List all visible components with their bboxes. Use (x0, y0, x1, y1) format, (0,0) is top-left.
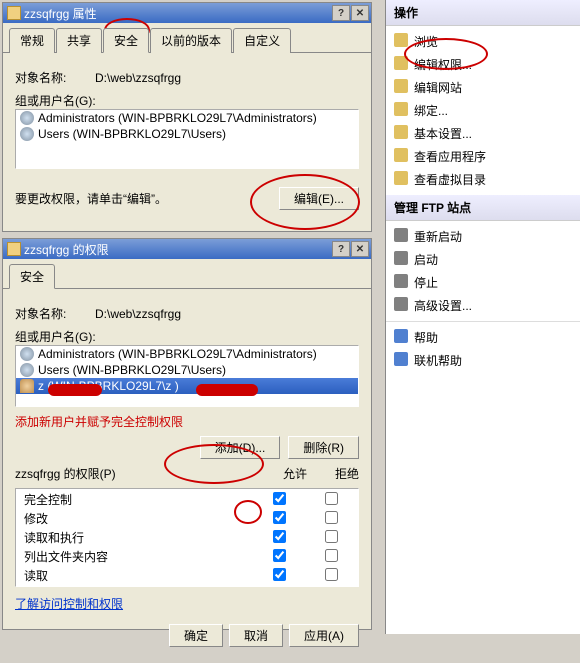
perm-name: 修改 (18, 510, 252, 527)
list-item[interactable]: Administrators (WIN-BPBRKLO29L7\Administ… (16, 346, 358, 362)
action-icon (394, 171, 408, 185)
action-item[interactable]: 编辑权限... (386, 53, 580, 76)
dialog1-title: zzsqfrgg 属性 (24, 5, 97, 22)
allow-checkbox[interactable] (273, 492, 286, 505)
close-button[interactable]: ✕ (351, 241, 369, 257)
action-icon (394, 56, 408, 70)
close-button[interactable]: ✕ (351, 5, 369, 21)
allow-checkbox[interactable] (273, 568, 286, 581)
user-icon (20, 379, 34, 393)
help-button[interactable]: ? (332, 5, 350, 21)
action-item[interactable]: 启动 (386, 248, 580, 271)
list-item[interactable]: Administrators (WIN-BPBRKLO29L7\Administ… (16, 110, 358, 126)
object-name-value: D:\web\zzsqfrgg (95, 71, 181, 85)
help-button[interactable]: ? (332, 241, 350, 257)
action-icon (394, 297, 408, 311)
user-list[interactable]: Administrators (WIN-BPBRKLO29L7\Administ… (15, 109, 359, 169)
edit-hint: 要更改权限，请单击“编辑”。 (15, 190, 167, 207)
apply-button[interactable]: 应用(A) (289, 624, 359, 647)
action-item[interactable]: 查看虚拟目录 (386, 168, 580, 191)
object-name-label: 对象名称: (15, 69, 95, 86)
action-icon (394, 274, 408, 288)
tab-previous[interactable]: 以前的版本 (150, 28, 232, 53)
perm-row: 修改 (18, 510, 356, 527)
action-item[interactable]: 浏览 (386, 30, 580, 53)
perm-row: 完全控制 (18, 491, 356, 508)
allow-checkbox[interactable] (273, 511, 286, 524)
action-icon (394, 102, 408, 116)
perm-name: 读取和执行 (18, 529, 252, 546)
permissions-table: 完全控制修改读取和执行列出文件夹内容读取 (15, 488, 359, 587)
edit-button[interactable]: 编辑(E)... (279, 187, 359, 210)
action-item[interactable]: 停止 (386, 271, 580, 294)
group-icon (20, 111, 34, 125)
action-item[interactable]: 联机帮助 (386, 349, 580, 372)
deny-checkbox[interactable] (325, 530, 338, 543)
dialog2-title: zzsqfrgg 的权限 (24, 241, 109, 258)
group-icon (20, 347, 34, 361)
tab-sharing[interactable]: 共享 (56, 28, 102, 53)
allow-header: 允许 (283, 467, 307, 481)
action-item[interactable]: 基本设置... (386, 122, 580, 145)
deny-checkbox[interactable] (325, 511, 338, 524)
perm-name: 列出文件夹内容 (18, 548, 252, 565)
annotation-note: 添加新用户并赋予完全控制权限 (15, 413, 359, 430)
deny-checkbox[interactable] (325, 492, 338, 505)
perm-row: 列出文件夹内容 (18, 548, 356, 565)
deny-checkbox[interactable] (325, 549, 338, 562)
perm-row: 读取和执行 (18, 529, 356, 546)
learn-link[interactable]: 了解访问控制和权限 (15, 597, 123, 611)
action-icon (394, 79, 408, 93)
action-item[interactable]: 高级设置... (386, 294, 580, 317)
perm-header: zzsqfrgg 的权限(P) (15, 465, 116, 482)
action-item[interactable]: 查看应用程序 (386, 145, 580, 168)
object-name-value: D:\web\zzsqfrgg (95, 307, 181, 321)
group-users-label: 组或用户名(G): (15, 328, 359, 345)
tab-general[interactable]: 常规 (9, 28, 55, 53)
action-item[interactable]: 帮助 (386, 326, 580, 349)
user-list[interactable]: Administrators (WIN-BPBRKLO29L7\Administ… (15, 345, 359, 407)
deny-header: 拒绝 (335, 467, 359, 481)
action-icon (394, 352, 408, 366)
perm-name: 完全控制 (18, 491, 252, 508)
action-icon (394, 148, 408, 162)
group-icon (20, 363, 34, 377)
add-button[interactable]: 添加(D)... (200, 436, 281, 459)
action-item[interactable]: 重新启动 (386, 225, 580, 248)
dialog2-titlebar: zzsqfrgg 的权限 ? ✕ (3, 239, 371, 259)
action-item[interactable]: 绑定... (386, 99, 580, 122)
perm-name: 读取 (18, 567, 252, 584)
action-icon (394, 33, 408, 47)
cancel-button[interactable]: 取消 (229, 624, 283, 647)
folder-icon (7, 6, 21, 20)
actions-panel: 操作 浏览编辑权限...编辑网站绑定...基本设置...查看应用程序查看虚拟目录… (385, 0, 580, 634)
folder-icon (7, 242, 21, 256)
group-icon (20, 127, 34, 141)
list-item[interactable]: Users (WIN-BPBRKLO29L7\Users) (16, 126, 358, 142)
tab-security[interactable]: 安全 (9, 264, 55, 289)
list-item[interactable]: Users (WIN-BPBRKLO29L7\Users) (16, 362, 358, 378)
deny-checkbox[interactable] (325, 568, 338, 581)
tab-custom[interactable]: 自定义 (233, 28, 291, 53)
object-name-label: 对象名称: (15, 305, 95, 322)
ok-button[interactable]: 确定 (169, 624, 223, 647)
action-icon (394, 125, 408, 139)
allow-checkbox[interactable] (273, 530, 286, 543)
list-item-selected[interactable]: z (WIN-BPBRKLO29L7\z ) (16, 378, 358, 394)
tab-security[interactable]: 安全 (103, 28, 149, 53)
action-icon (394, 329, 408, 343)
remove-button[interactable]: 删除(R) (288, 436, 359, 459)
perm-row: 读取 (18, 567, 356, 584)
actions-header: 操作 (386, 0, 580, 26)
action-icon (394, 251, 408, 265)
group-users-label: 组或用户名(G): (15, 92, 359, 109)
dialog1-titlebar: zzsqfrgg 属性 ? ✕ (3, 3, 371, 23)
manage-ftp-header: 管理 FTP 站点 (386, 195, 580, 221)
action-item[interactable]: 编辑网站 (386, 76, 580, 99)
allow-checkbox[interactable] (273, 549, 286, 562)
action-icon (394, 228, 408, 242)
